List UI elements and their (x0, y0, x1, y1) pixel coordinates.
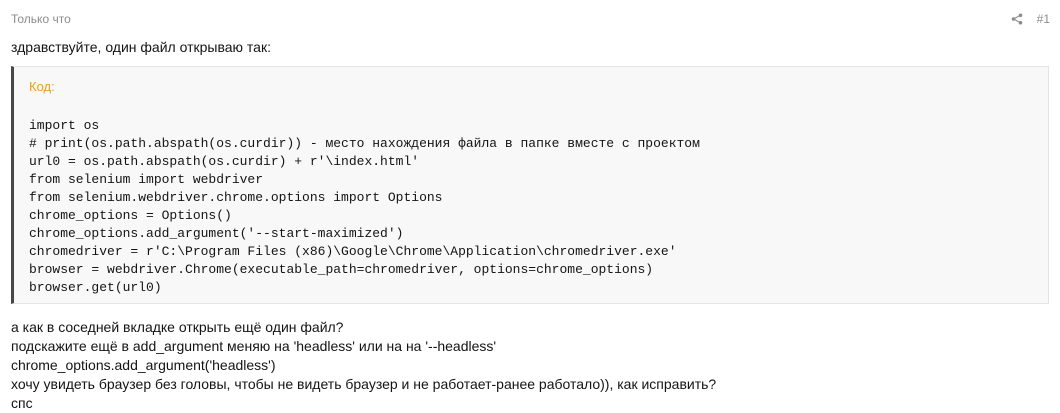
forum-post: Только что #1 здравствуйте, один файл от… (0, 0, 1060, 413)
message-line: подскажите ещё в add_argument меняю на '… (11, 338, 497, 354)
code-line: import os (29, 118, 100, 133)
post-message: а как в соседней вкладке открыть ещё оди… (11, 318, 716, 413)
code-block-title: Код: (29, 79, 55, 94)
code-content[interactable]: import os # print(os.path.abspath(os.curd… (29, 117, 700, 297)
post-number-link[interactable]: #1 (1037, 11, 1050, 27)
code-line: from selenium import webdriver (29, 172, 264, 187)
code-line: chromedriver = r'C:\Program Files (x86)\… (29, 244, 677, 259)
message-line: спс (11, 395, 33, 411)
code-line: chrome_options = Options() (29, 208, 232, 223)
code-line: url0 = os.path.abspath(os.curdir) + r'\i… (29, 154, 420, 169)
message-line: а как в соседней вкладке открыть ещё оди… (11, 319, 344, 335)
post-actions: #1 (1011, 11, 1050, 27)
share-icon[interactable] (1011, 13, 1023, 25)
post-timestamp[interactable]: Только что (11, 11, 71, 27)
message-line: хочу увидеть браузер без головы, чтобы н… (11, 376, 717, 392)
code-line: from selenium.webdriver.chrome.options i… (29, 190, 443, 205)
code-line: browser.get(url0) (29, 280, 162, 295)
post-intro-text: здравствуйте, один файл открываю так: (11, 39, 271, 55)
code-block: Код: import os # print(os.path.abspath(os… (11, 66, 1049, 304)
post-header: Только что #1 (11, 11, 1050, 27)
code-line: browser = webdriver.Chrome(executable_pa… (29, 262, 654, 277)
code-line: # print(os.path.abspath(os.curdir)) - ме… (29, 136, 700, 151)
message-line: chrome_options.add_argument('headless') (11, 357, 276, 373)
share-button[interactable] (1011, 13, 1023, 25)
code-line: chrome_options.add_argument('--start-max… (29, 226, 404, 241)
